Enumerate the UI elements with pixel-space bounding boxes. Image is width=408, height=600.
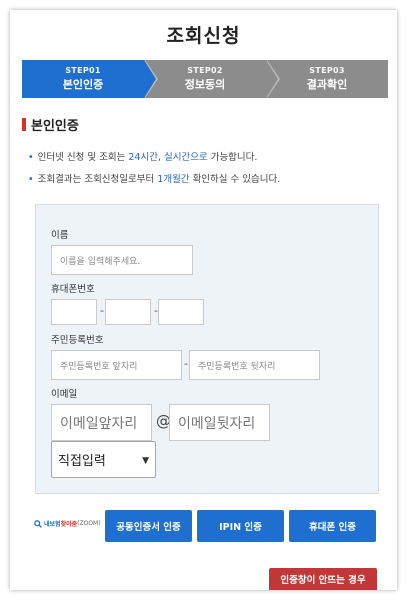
- email-domain-select[interactable]: 직접입력 ▼: [51, 441, 156, 478]
- notice-text: 가능합니다.: [207, 152, 258, 163]
- certificate-auth-button[interactable]: 공동인증서 인증: [105, 510, 192, 542]
- bullet-icon: •: [28, 174, 34, 185]
- phone-auth-button[interactable]: 휴대폰 인증: [289, 510, 376, 542]
- phone-part1-input[interactable]: [51, 299, 97, 325]
- rrn-separator: -: [184, 357, 188, 370]
- rrn-label: 주민등록번호: [51, 335, 104, 346]
- identity-form: 이름 이름을 입력해주세요. 휴대폰번호 - - 주민등록번호 주민등록번호 앞…: [35, 204, 379, 494]
- section-marker: [22, 118, 26, 131]
- verification-window: 조회신청 STEP01 본인인증 STEP02 정보동의 STEP03 결과확인…: [10, 10, 397, 590]
- zoom-logo-brand: 찾아줌: [60, 521, 78, 528]
- name-label: 이름: [51, 230, 69, 241]
- zoom-logo-suffix: (ZOOM): [77, 520, 101, 527]
- step-3-name: 결과확인: [306, 78, 348, 91]
- step-1: STEP01 본인인증: [22, 60, 158, 98]
- step-2-number: STEP02: [187, 66, 223, 75]
- zoom-logo-prefix: 내보험: [44, 521, 61, 528]
- bullet-icon: •: [28, 152, 34, 163]
- notice-highlight: 1개월간: [157, 174, 190, 185]
- notice-highlight: 24시간: [128, 152, 158, 163]
- step-indicator: STEP01 본인인증 STEP02 정보동의 STEP03 결과확인: [22, 60, 388, 98]
- step-2: STEP02 정보동의: [144, 60, 280, 98]
- zoom-logo: 내보험 찾아줌 (ZOOM): [34, 519, 101, 528]
- section-heading: 본인인증: [22, 115, 79, 134]
- step-1-number: STEP01: [65, 66, 101, 75]
- auth-trouble-button[interactable]: 인증창이 안뜨는 경우: [269, 568, 377, 590]
- email-back-input[interactable]: 이메일뒷자리: [169, 404, 270, 441]
- section-title: 본인인증: [31, 119, 79, 134]
- phone-part3-input[interactable]: [158, 299, 204, 325]
- notice-item: • 인터넷 신청 및 조회는 24시간, 실시간으로 가능합니다.: [28, 147, 280, 169]
- email-domain-selected: 직접입력: [58, 454, 106, 469]
- chevron-down-icon: ▼: [142, 456, 149, 466]
- email-label: 이메일: [51, 389, 78, 400]
- name-input[interactable]: 이름을 입력해주세요.: [51, 245, 193, 275]
- notice-text: 확인하실 수 있습니다.: [189, 174, 281, 185]
- step-2-name: 정보동의: [184, 78, 226, 91]
- phone-separator: -: [100, 304, 104, 317]
- notice-item: • 조회결과는 조회신청일로부터 1개월간 확인하실 수 있습니다.: [28, 169, 280, 191]
- phone-label: 휴대폰번호: [51, 284, 95, 295]
- phone-part2-input[interactable]: [105, 299, 151, 325]
- email-front-input[interactable]: 이메일앞자리: [51, 404, 152, 441]
- rrn-back-input[interactable]: 주민등록번호 뒷자리: [189, 350, 320, 380]
- notice-highlight: 실시간으로: [163, 152, 208, 163]
- rrn-front-input[interactable]: 주민등록번호 앞자리: [51, 350, 182, 380]
- notice-text: 인터넷 신청 및 조회는: [37, 152, 129, 163]
- step-3-number: STEP03: [309, 66, 345, 75]
- notice-text: 조회결과는 조회신청일로부터: [37, 174, 158, 185]
- step-arrow: [144, 60, 156, 98]
- notice-list: • 인터넷 신청 및 조회는 24시간, 실시간으로 가능합니다. • 조회결과는 …: [28, 147, 280, 191]
- step-1-name: 본인인증: [62, 78, 104, 91]
- magnifier-icon: [34, 519, 42, 528]
- step-arrow: [266, 60, 278, 98]
- page-title: 조회신청: [166, 25, 241, 47]
- ipin-auth-button[interactable]: IPIN 인증: [197, 510, 284, 542]
- step-3: STEP03 결과확인: [266, 60, 388, 98]
